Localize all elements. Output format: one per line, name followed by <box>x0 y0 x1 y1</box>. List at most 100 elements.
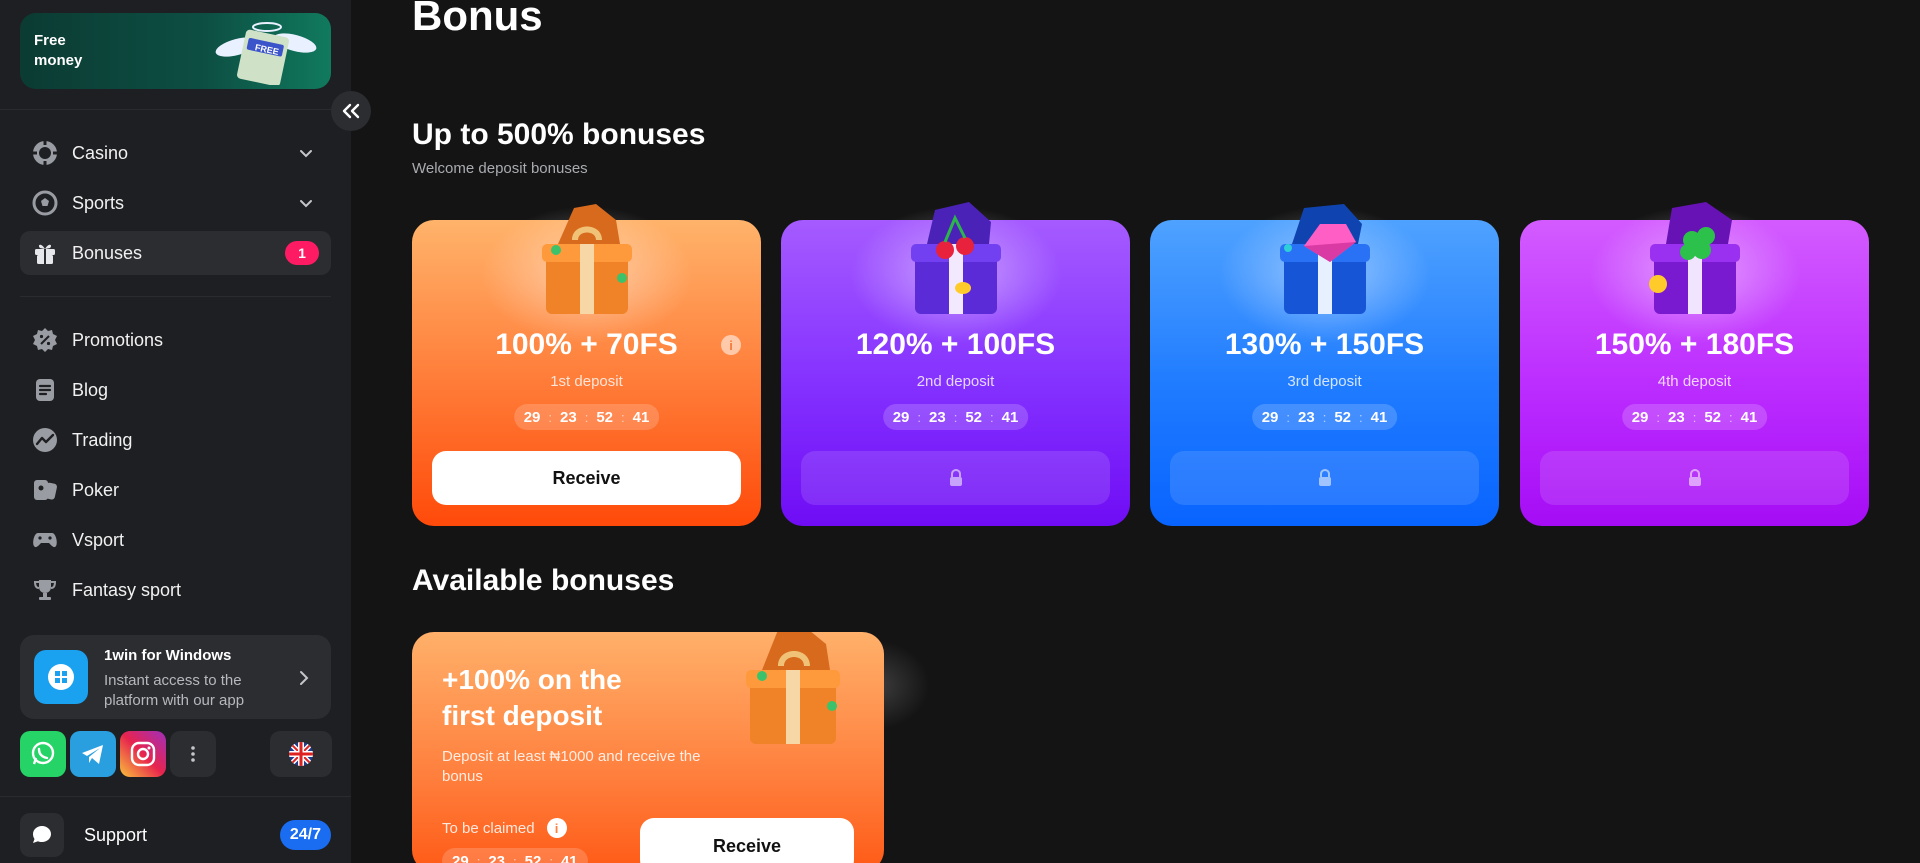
sidebar-item-label: Poker <box>72 479 120 500</box>
timer-seconds: 41 <box>632 408 650 426</box>
countdown-timer: 29: 23: 52: 41 <box>442 848 588 863</box>
timer-minutes: 52 <box>596 408 613 426</box>
deposit-bonus-card-3: 130% + 150FS 3rd deposit 29: 23: 52: 41 <box>1150 200 1499 526</box>
timer-hours: 23 <box>929 408 946 426</box>
available-section-title: Available bonuses <box>412 564 675 597</box>
orange-gift-box-icon <box>746 632 840 744</box>
timer-hours: 23 <box>560 408 577 426</box>
uk-flag-icon <box>289 742 313 766</box>
more-social-button[interactable] <box>170 731 216 777</box>
flying-money-icon: FREE <box>215 22 317 85</box>
free-money-label: Free money <box>34 32 83 69</box>
sidebar-item-blog[interactable]: Blog <box>20 368 331 412</box>
windows-icon <box>34 650 88 704</box>
language-selector[interactable] <box>270 731 332 777</box>
windows-app-card[interactable]: 1win for Windows Instant access to the p… <box>20 635 331 719</box>
telegram-button[interactable] <box>70 731 116 777</box>
chart-line-icon <box>32 427 58 453</box>
sidebar-item-label: Fantasy sport <box>72 579 182 600</box>
support-hours-badge: 24/7 <box>279 820 331 850</box>
sidebar-item-casino[interactable]: Casino <box>20 131 331 175</box>
bonus-amount: 120% + 100FS <box>855 328 1056 361</box>
sidebar-item-bonuses[interactable]: Bonuses 1 <box>20 231 331 275</box>
lock-icon <box>1318 469 1331 486</box>
welcome-section-title: Up to 500% bonuses <box>412 118 706 151</box>
soccer-ball-icon <box>32 190 58 216</box>
whatsapp-button[interactable] <box>20 731 66 777</box>
support-button[interactable]: Support 24/7 <box>20 812 331 858</box>
timer-hours: 23 <box>1668 408 1685 426</box>
more-icon <box>191 746 195 762</box>
available-bonus-card: +100% on the first deposit Deposit at le… <box>412 632 884 863</box>
divider <box>20 296 331 297</box>
deposit-label: 3rd deposit <box>1287 373 1362 390</box>
locked-button[interactable] <box>1540 451 1849 505</box>
bonus-amount: 130% + 150FS <box>1224 328 1425 361</box>
whatsapp-icon <box>31 741 55 765</box>
sidebar-item-label: Trading <box>72 429 133 450</box>
poker-cards-icon <box>32 477 58 503</box>
notification-badge: 1 <box>285 241 319 265</box>
timer-seconds: 41 <box>1370 408 1388 426</box>
deposit-label: 2nd deposit <box>916 373 995 390</box>
bonus-amount: 100% + 70FS <box>495 328 678 361</box>
countdown-timer: 29: 23: 52: 41 <box>513 404 660 430</box>
app-root: Free money FREE Casino Sports Bonuses 1 … <box>0 0 1920 863</box>
app-card-title: 1win for Windows <box>104 647 232 664</box>
free-money-banner[interactable]: Free money FREE <box>20 13 331 89</box>
available-bonus-description: Deposit at least ₦1000 and receive the b… <box>442 748 701 785</box>
casino-chip-icon <box>32 140 58 166</box>
timer-seconds: 41 <box>560 852 578 863</box>
sidebar-item-trading[interactable]: Trading <box>20 418 331 462</box>
collapse-sidebar-button[interactable] <box>331 91 371 131</box>
receive-button[interactable]: Receive <box>432 451 741 505</box>
trophy-icon <box>32 577 58 603</box>
document-icon <box>32 377 58 403</box>
deposit-bonus-card-1: 100% + 70FS i 1st deposit 29: 23: 52: 41… <box>412 200 761 526</box>
sidebar-item-poker[interactable]: Poker <box>20 468 331 512</box>
sidebar-item-label: Bonuses <box>72 242 143 263</box>
countdown-timer: 29: 23: 52: 41 <box>1251 404 1398 430</box>
instagram-icon <box>130 741 156 767</box>
sidebar: Free money FREE Casino Sports Bonuses 1 … <box>0 0 371 863</box>
chevron-down-icon <box>300 150 312 158</box>
locked-button[interactable] <box>801 451 1110 505</box>
instagram-button[interactable] <box>120 731 166 777</box>
divider <box>0 796 351 797</box>
timer-days: 29 <box>452 852 469 863</box>
welcome-section-subtitle: Welcome deposit bonuses <box>412 160 588 177</box>
timer-minutes: 52 <box>1334 408 1351 426</box>
sidebar-item-promotions[interactable]: Promotions <box>20 318 331 362</box>
double-chevron-left-icon <box>342 103 360 119</box>
available-bonus-headline: +100% on the first deposit <box>442 664 622 731</box>
timer-hours: 23 <box>488 852 505 863</box>
timer-minutes: 52 <box>524 852 542 863</box>
sidebar-item-label: Casino <box>72 142 129 163</box>
violet-gift-box-icon <box>1649 202 1740 314</box>
receive-button[interactable]: Receive <box>640 818 854 863</box>
sidebar-item-fantasy-sport[interactable]: Fantasy sport <box>20 568 331 612</box>
bonus-amount: 150% + 180FS <box>1594 328 1795 361</box>
app-card-description: Instant access to the platform with our … <box>104 672 245 709</box>
deposit-label: 1st deposit <box>550 373 623 390</box>
info-icon[interactable]: i <box>721 335 741 355</box>
timer-minutes: 52 <box>1704 408 1721 426</box>
chevron-right-icon <box>300 671 309 685</box>
timer-days: 29 <box>1631 408 1649 426</box>
gamepad-icon <box>32 527 58 553</box>
timer-minutes: 52 <box>965 408 982 426</box>
sidebar-item-label: Vsport <box>72 529 125 550</box>
lock-icon <box>949 469 962 486</box>
percent-badge-icon <box>32 327 58 353</box>
claim-status: To be claimed i <box>442 818 567 838</box>
sidebar-item-label: Blog <box>72 379 109 400</box>
timer-days: 29 <box>523 408 541 426</box>
support-label: Support <box>84 824 148 845</box>
info-icon[interactable]: i <box>546 818 567 838</box>
sidebar-item-vsport[interactable]: Vsport <box>20 518 331 562</box>
timer-hours: 23 <box>1298 408 1315 426</box>
sidebar-item-sports[interactable]: Sports <box>20 181 331 225</box>
deposit-bonus-card-2: 120% + 100FS 2nd deposit 29: 23: 52: 41 <box>781 200 1130 526</box>
locked-button[interactable] <box>1170 451 1479 505</box>
countdown-timer: 29: 23: 52: 41 <box>1621 404 1768 430</box>
